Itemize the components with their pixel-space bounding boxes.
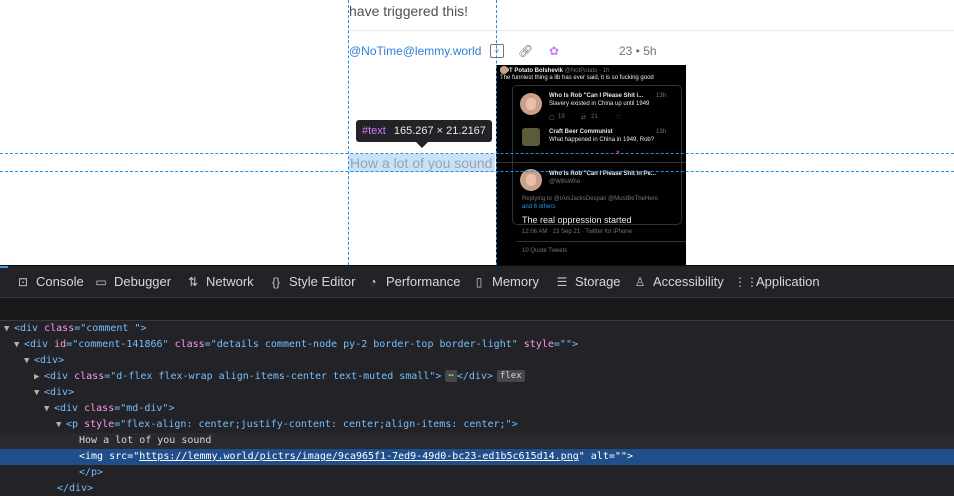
avatar bbox=[522, 128, 540, 146]
devtools-panel: ⊡ Console ▭ Debugger ⇅ Network {} Style Edit… bbox=[0, 265, 954, 496]
tree-node-flex-div[interactable]: ▶ <div class="d-flex flex-wrap align-item… bbox=[0, 369, 954, 385]
tree-node-comment[interactable]: ▼ <div class="comment "> bbox=[0, 321, 954, 337]
tooltip-arrow bbox=[416, 142, 428, 148]
avatar bbox=[500, 66, 508, 74]
quote-2-name: Craft Beer Communist bbox=[549, 129, 613, 135]
tweet-divider bbox=[496, 162, 686, 163]
markup-tree: ▼ <div class="comment "> ▼ <div id="commen… bbox=[0, 321, 954, 496]
quote-1-retweet-icon: ⇄ bbox=[581, 115, 587, 121]
comment-votes-time: 23 • 5h bbox=[619, 44, 657, 58]
performance-icon: ◔ bbox=[369, 275, 377, 289]
tree-node-md-div[interactable]: ▼ <div class="md-div"> bbox=[0, 401, 954, 417]
expand-arrow-icon[interactable]: ▶ bbox=[34, 369, 44, 385]
tab-application[interactable]: ⋮⋮Application bbox=[734, 267, 820, 297]
image-src-link[interactable]: https://lemmy.world/pictrs/image/9ca965f… bbox=[139, 451, 579, 462]
network-icon: ⇅ bbox=[187, 275, 199, 289]
inspector-guide-bottom bbox=[0, 171, 954, 172]
tree-node-paragraph[interactable]: ▼ <p style="flex-align: center;justify-co… bbox=[0, 417, 954, 433]
inspector-guide-top bbox=[0, 153, 954, 154]
avatar bbox=[520, 93, 542, 115]
quote-1-name: Who Is Rob "Can I Please Shit i... bbox=[549, 93, 644, 99]
avatar bbox=[520, 169, 542, 191]
comment-body-text: How a lot of you sound bbox=[350, 155, 493, 171]
tweet-divider bbox=[516, 241, 686, 242]
storage-icon: ☰ bbox=[556, 275, 568, 289]
tree-node-div[interactable]: ▼ <div> bbox=[0, 353, 954, 369]
quote-1-like-icon: ♡ bbox=[616, 115, 622, 121]
main-tweet-reply-to-others: and 6 others bbox=[522, 204, 556, 210]
tab-console[interactable]: ⊡ Console bbox=[14, 267, 84, 297]
tree-node-text[interactable]: How a lot of you sound bbox=[0, 433, 954, 449]
accessibility-icon: ♙ bbox=[634, 275, 646, 289]
tab-debugger[interactable]: ▭ Debugger bbox=[92, 267, 171, 297]
tree-node-comment-details[interactable]: ▼ <div id="comment-141866" class="details… bbox=[0, 337, 954, 353]
inspector-search-bar[interactable] bbox=[0, 297, 954, 321]
main-tweet-quotes: 10 Quote Tweets bbox=[522, 248, 568, 254]
main-tweet-text: The real oppression started bbox=[522, 215, 632, 225]
quote-1-replies: 19 bbox=[558, 114, 565, 120]
tweet-top-text: The funniest thing a lib has ever said, … bbox=[500, 75, 654, 81]
previous-comment-text: have triggered this! bbox=[349, 3, 469, 19]
quote-2-text: What happened in China in 1949, Rob? bbox=[549, 137, 655, 143]
web-content: have triggered this! @NoTime@lemmy.world… bbox=[0, 0, 954, 265]
quote-2-time: 13h bbox=[656, 129, 667, 135]
flex-badge[interactable]: flex bbox=[496, 370, 525, 382]
main-tweet-meta: 12:06 AM · 23 Sep 21 · Twitter for iPhon… bbox=[522, 229, 632, 235]
console-icon: ⊡ bbox=[17, 275, 29, 289]
tab-memory[interactable]: ▯ Memory bbox=[470, 267, 539, 297]
style-editor-icon: {} bbox=[271, 275, 280, 289]
quote-1-text: Slavery existed in China up until 1949 bbox=[549, 101, 650, 107]
tweet-top-header: NOT Potato Bolshevik @NotPotato · 1h bbox=[500, 68, 610, 74]
tree-node-p-close[interactable]: </p> bbox=[0, 465, 954, 481]
tab-style-editor[interactable]: {} Style Editor bbox=[267, 267, 356, 297]
tree-node-div-close[interactable]: </div> bbox=[0, 481, 954, 496]
tooltip-dimensions: 165.267 × 21.2167 bbox=[393, 125, 486, 137]
devtools-tabbar: ⊡ Console ▭ Debugger ⇅ Network {} Style Edit… bbox=[0, 267, 954, 297]
tab-accessibility[interactable]: ♙ Accessibility bbox=[631, 267, 724, 297]
tree-node-img-selected[interactable]: <img src="https://lemmy.world/pictrs/ima… bbox=[0, 449, 954, 465]
comment-image[interactable]: NOT Potato Bolshevik @NotPotato · 1h The… bbox=[496, 65, 686, 265]
main-tweet-handle: @WillsWho bbox=[549, 179, 581, 185]
collapse-arrow-icon[interactable]: ▼ bbox=[44, 401, 54, 417]
collapse-arrow-icon[interactable]: ▼ bbox=[4, 321, 14, 337]
quote-1-reply-icon: ▢ bbox=[549, 115, 555, 121]
link-icon[interactable]: 🔗︎ bbox=[518, 44, 533, 58]
quote-1-retweets: 21 bbox=[591, 114, 598, 120]
memory-icon: ▯ bbox=[475, 275, 483, 289]
tab-performance[interactable]: ◔ Performance bbox=[364, 267, 460, 297]
debugger-icon: ▭ bbox=[95, 275, 107, 289]
collapse-arrow-icon[interactable]: ▼ bbox=[34, 385, 44, 401]
fediverse-icon[interactable]: ✿ bbox=[547, 44, 561, 58]
comment-divider bbox=[349, 30, 954, 31]
inspector-tooltip: #text 165.267 × 21.2167 bbox=[356, 120, 492, 142]
inspector-guide-right bbox=[496, 0, 497, 265]
collapse-arrow-icon[interactable]: ▼ bbox=[14, 337, 24, 353]
tab-network[interactable]: ⇅ Network bbox=[184, 267, 254, 297]
quote-1-time: 13h bbox=[656, 93, 667, 99]
main-tweet-reply-to: Replying to @IAmJacksDespair @MustBeTheH… bbox=[522, 196, 658, 202]
screen: have triggered this! @NoTime@lemmy.world… bbox=[0, 0, 954, 496]
tree-node-div[interactable]: ▼ <div> bbox=[0, 385, 954, 401]
inspector-guide-left bbox=[348, 0, 349, 265]
collapsed-ellipsis-badge[interactable]: ⋯ bbox=[445, 370, 457, 382]
tooltip-node-type: #text bbox=[362, 125, 386, 137]
reply-icon[interactable]: + bbox=[490, 44, 504, 58]
collapse-arrow-icon[interactable]: ▼ bbox=[24, 353, 34, 369]
comment-author-link[interactable]: @NoTime@lemmy.world bbox=[349, 44, 481, 58]
collapse-arrow-icon[interactable]: ▼ bbox=[56, 417, 66, 433]
application-icon: ⋮⋮ bbox=[734, 275, 758, 289]
tab-storage[interactable]: ☰ Storage bbox=[553, 267, 621, 297]
